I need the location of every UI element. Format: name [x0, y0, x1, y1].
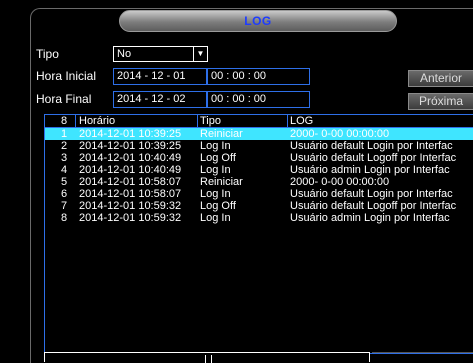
- table-row[interactable]: 7 2014-12-01 10:59:32 Log Off Usuário de…: [45, 200, 473, 212]
- table-header: 8 Horário Tipo LOG: [45, 115, 473, 127]
- row-time: 2014-12-01 10:58:07: [79, 176, 182, 188]
- table-row[interactable]: 6 2014-12-01 10:58:07 Log In Usuário def…: [45, 188, 473, 200]
- type-label: Tipo: [36, 47, 59, 61]
- row-type: Reiniciar: [200, 176, 243, 188]
- start-date-field[interactable]: 2014 - 12 - 01: [113, 68, 207, 85]
- row-index: 7: [61, 200, 68, 212]
- row-log: 2000- 0-00 00:00:00: [290, 128, 390, 140]
- end-time-label: Hora Final: [36, 92, 92, 106]
- header-divider: [287, 115, 288, 127]
- row-time: 2014-12-01 10:39:25: [79, 140, 182, 152]
- table-row[interactable]: 8 2014-12-01 10:59:32 Log In Usuário adm…: [45, 212, 473, 224]
- row-time: 2014-12-01 10:59:32: [79, 200, 182, 212]
- header-divider: [197, 115, 198, 127]
- row-type: Log Off: [200, 152, 236, 164]
- type-dropdown[interactable]: No ▼: [113, 46, 208, 62]
- row-index: 8: [61, 212, 68, 224]
- row-index: 1: [61, 128, 68, 140]
- row-time: 2014-12-01 10:39:25: [79, 128, 182, 140]
- header-count: 8: [61, 115, 68, 127]
- row-log: Usuário default Login por Interfac: [290, 140, 453, 152]
- table-row[interactable]: 5 2014-12-01 10:58:07 Reiniciar 2000- 0-…: [45, 176, 473, 188]
- row-index: 4: [61, 164, 68, 176]
- row-type: Log In: [200, 164, 231, 176]
- next-button[interactable]: Próxima: [408, 93, 473, 110]
- header-time: Horário: [79, 115, 116, 127]
- chevron-down-icon[interactable]: ▼: [193, 47, 207, 61]
- start-time-field[interactable]: 00 : 00 : 00: [207, 68, 310, 85]
- header-type: Tipo: [200, 115, 221, 127]
- log-table: 8 Horário Tipo LOG 1 2014-12-01 10:39:25…: [44, 114, 473, 354]
- end-time-field[interactable]: 00 : 00 : 00: [207, 91, 310, 108]
- row-time: 2014-12-01 10:40:49: [79, 164, 182, 176]
- header-log: LOG: [290, 115, 314, 127]
- row-log: Usuário default Logoff por Interfac: [290, 200, 457, 212]
- window-title: LOG: [244, 14, 272, 28]
- log-window: LOG Tipo No ▼ Hora Inicial 2014 - 12 - 0…: [0, 0, 473, 363]
- row-log: Usuário default Login por Interfac: [290, 188, 453, 200]
- row-log: Usuário admin Login por Interfac: [290, 164, 450, 176]
- row-time: 2014-12-01 10:40:49: [79, 152, 182, 164]
- horizontal-scrollbar[interactable]: [44, 352, 370, 363]
- row-type: Log In: [200, 140, 231, 152]
- end-date-field[interactable]: 2014 - 12 - 02: [113, 91, 207, 108]
- table-row[interactable]: 3 2014-12-01 10:40:49 Log Off Usuário de…: [45, 152, 473, 164]
- row-index: 5: [61, 176, 68, 188]
- type-value: No: [117, 48, 132, 60]
- row-type: Log In: [200, 188, 231, 200]
- table-row[interactable]: 2 2014-12-01 10:39:25 Log In Usuário def…: [45, 140, 473, 152]
- table-row[interactable]: 1 2014-12-01 10:39:25 Reiniciar 2000- 0-…: [45, 128, 473, 140]
- table-row[interactable]: 4 2014-12-01 10:40:49 Log In Usuário adm…: [45, 164, 473, 176]
- row-log: Usuário admin Login por Interfac: [290, 212, 450, 224]
- row-time: 2014-12-01 10:59:32: [79, 212, 182, 224]
- previous-button[interactable]: Anterior: [408, 70, 473, 87]
- row-index: 3: [61, 152, 68, 164]
- row-index: 6: [61, 188, 68, 200]
- row-index: 2: [61, 140, 68, 152]
- scrollbar-track-right: [372, 352, 473, 363]
- row-type: Log In: [200, 212, 231, 224]
- title-bar: LOG: [119, 10, 397, 32]
- header-divider: [75, 115, 76, 127]
- row-type: Log Off: [200, 200, 236, 212]
- row-type: Reiniciar: [200, 128, 243, 140]
- start-time-label: Hora Inicial: [36, 69, 97, 83]
- row-log: 2000- 0-00 00:00:00: [290, 176, 390, 188]
- row-log: Usuário default Logoff por Interfac: [290, 152, 457, 164]
- row-time: 2014-12-01 10:58:07: [79, 188, 182, 200]
